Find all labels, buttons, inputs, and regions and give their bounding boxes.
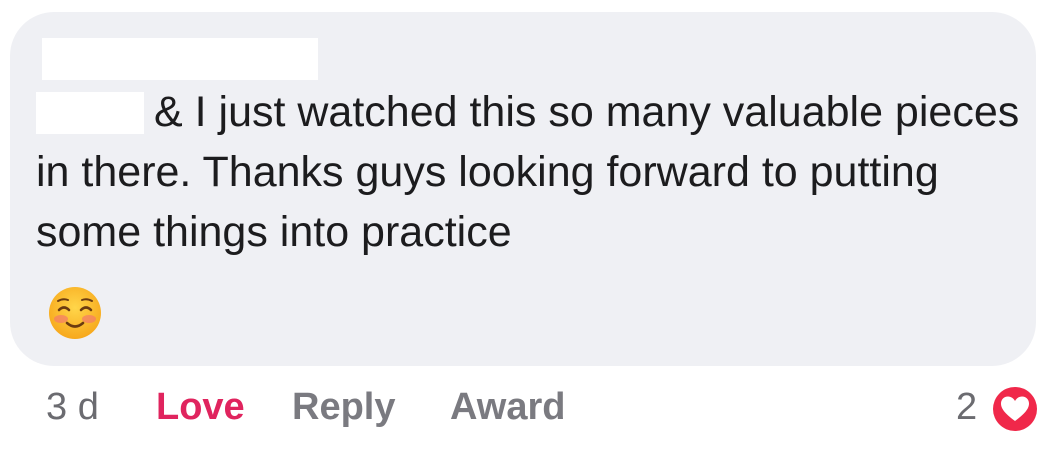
comment-body: & I just watched this so many valuable p…: [36, 82, 1026, 262]
comment-actions: 3 d Love Reply Award 2: [0, 378, 1054, 438]
reaction-count[interactable]: 2: [956, 384, 977, 430]
redacted-author-name: [42, 38, 318, 80]
smiling-face-with-blush-icon: [49, 287, 101, 339]
award-button[interactable]: Award: [450, 384, 565, 430]
redacted-mention: [36, 92, 144, 134]
love-button[interactable]: Love: [156, 384, 245, 430]
reply-button[interactable]: Reply: [292, 384, 395, 430]
comment-text: & I just watched this so many valuable p…: [36, 88, 1020, 256]
heart-reaction-icon[interactable]: [990, 384, 1040, 434]
timestamp[interactable]: 3 d: [46, 384, 99, 430]
